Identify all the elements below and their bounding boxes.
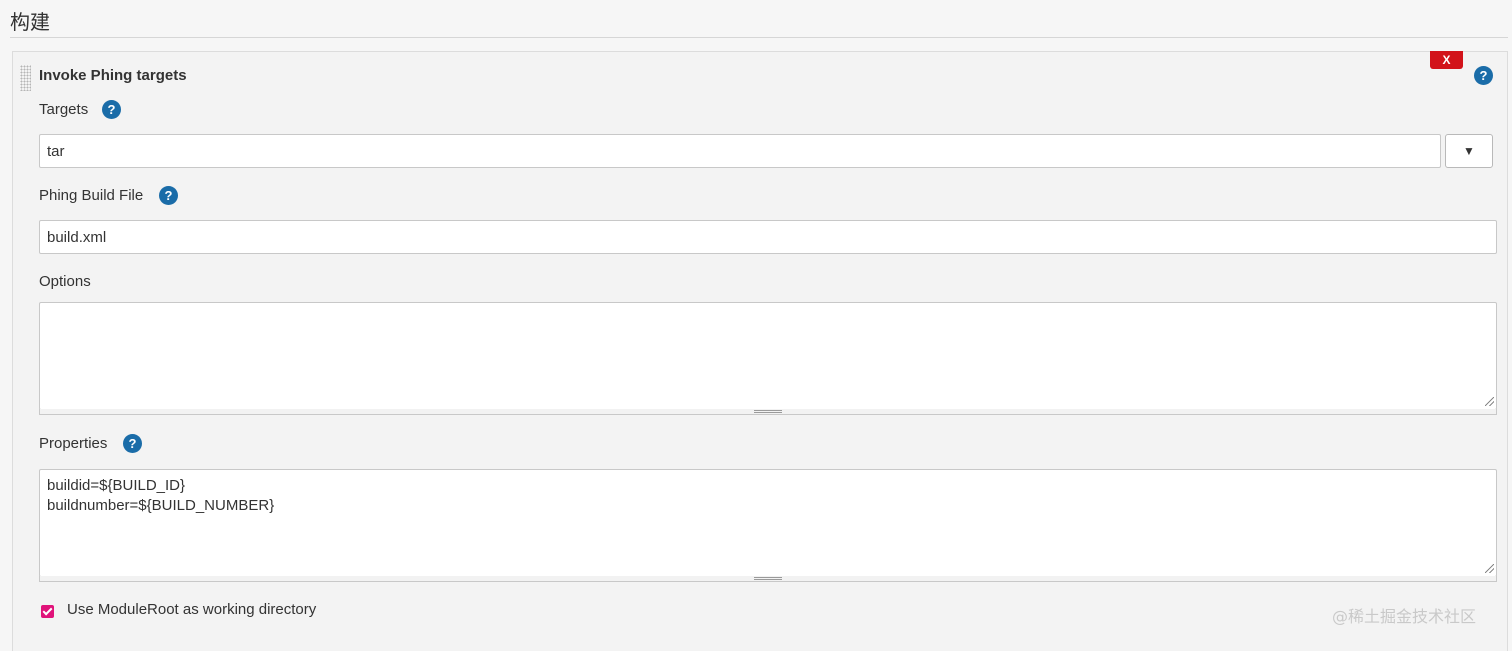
build-file-label: Phing Build File xyxy=(39,187,144,204)
step-title: Invoke Phing targets xyxy=(39,67,187,84)
targets-help-icon[interactable]: ? xyxy=(102,100,121,119)
targets-dropdown-button[interactable]: ▼ xyxy=(1445,134,1493,168)
properties-textarea[interactable]: buildid=${BUILD_ID} buildnumber=${BUILD_… xyxy=(40,470,1496,576)
properties-resize-grip[interactable] xyxy=(754,577,782,580)
properties-resize-bar xyxy=(39,576,1497,582)
drag-handle-icon[interactable] xyxy=(20,65,31,91)
module-root-checkbox[interactable] xyxy=(41,605,54,618)
build-file-help-icon[interactable]: ? xyxy=(159,186,178,205)
properties-textarea-wrapper: buildid=${BUILD_ID} buildnumber=${BUILD_… xyxy=(39,469,1497,577)
options-textarea[interactable] xyxy=(40,303,1496,409)
build-file-input[interactable] xyxy=(39,220,1497,254)
resize-corner-icon[interactable] xyxy=(1485,564,1494,573)
watermark: @稀土掘金技术社区 xyxy=(1332,607,1477,626)
properties-label: Properties xyxy=(39,435,108,452)
delete-step-button[interactable]: X xyxy=(1430,51,1463,69)
section-title: 构建 xyxy=(10,10,50,34)
section-divider xyxy=(10,37,1508,38)
options-textarea-wrapper xyxy=(39,302,1497,410)
resize-corner-icon[interactable] xyxy=(1485,397,1494,406)
chevron-down-icon: ▼ xyxy=(1463,144,1475,158)
options-label: Options xyxy=(39,273,91,290)
options-resize-grip[interactable] xyxy=(754,410,782,413)
step-help-icon[interactable]: ? xyxy=(1474,66,1493,85)
targets-label: Targets xyxy=(39,101,89,118)
targets-input[interactable] xyxy=(39,134,1441,168)
properties-help-icon[interactable]: ? xyxy=(123,434,142,453)
module-root-label[interactable]: Use ModuleRoot as working directory xyxy=(67,601,316,618)
options-resize-bar xyxy=(39,409,1497,415)
